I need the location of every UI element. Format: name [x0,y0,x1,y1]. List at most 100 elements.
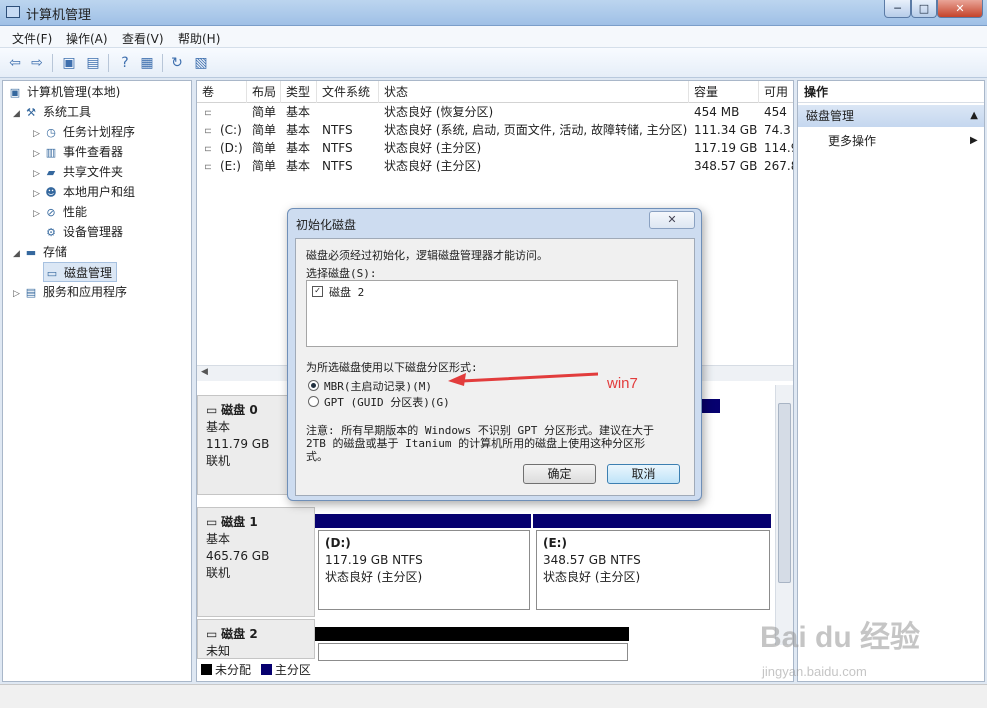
gpt-radio-label[interactable]: GPT (GUID 分区表)(G) [324,394,450,410]
cell-filesystem: NTFS [322,141,353,155]
tree-item-shared-folders[interactable]: ▷ ▰ 共享文件夹 [33,162,123,182]
minimize-button[interactable]: ─ [884,0,911,18]
menu-help[interactable]: 帮助(H) [178,30,220,47]
disk-status: 联机 [206,454,231,468]
actions-group-disk-management[interactable]: 磁盘管理 ▲ [798,105,984,127]
table-row[interactable]: ▭ 简单 基本 状态良好 (恢复分区) 454 MB 454 [197,103,793,121]
column-header-free[interactable]: 可用 [759,81,793,103]
expanded-chevron-icon[interactable]: ◢ [13,244,23,264]
tree-item-storage[interactable]: ◢ ▬ 存储 [13,242,67,262]
services-icon: ▤ [25,285,37,299]
tree-item-root[interactable]: ▣ 计算机管理(本地) [7,82,121,102]
more-actions-item[interactable]: 更多操作 [828,131,876,151]
submenu-arrow-icon[interactable]: ▶ [970,131,978,151]
partition-name: (E:) [543,536,567,550]
tree-item-label: 事件查看器 [63,145,124,159]
partition-e[interactable]: (E:) 348.57 GB NTFS 状态良好 (主分区) [536,530,770,610]
tree-item-event-viewer[interactable]: ▷ ▥ 事件查看器 [33,142,123,162]
tree-item-performance[interactable]: ▷ ⊘ 性能 [33,202,87,222]
show-action-pane-icon[interactable]: ▦ [138,54,156,72]
column-header-status[interactable]: 状态 [379,81,689,103]
collapsed-chevron-icon[interactable]: ▷ [33,204,43,224]
cell-capacity: 117.19 GB [694,141,758,155]
ok-button[interactable]: 确定 [523,464,596,484]
collapsed-chevron-icon[interactable]: ▷ [33,144,43,164]
table-row[interactable]: ▭ (D:) 简单 基本 NTFS 状态良好 (主分区) 117.19 GB 1… [197,139,793,157]
disk-2-unallocated-space[interactable] [318,643,628,661]
cell-free: 454 [764,105,787,119]
menu-view[interactable]: 查看(V) [122,30,164,47]
mbr-radio[interactable] [308,380,319,391]
cell-type: 基本 [286,141,311,155]
actions-title: 操作 [798,81,984,103]
show-hide-tree-icon[interactable]: ▤ [84,54,102,72]
drive-icon: ▭ [199,103,211,121]
help-icon[interactable]: ? [116,54,134,72]
scroll-left-icon[interactable]: ◀ [201,367,208,377]
shared-folder-icon: ▰ [46,165,56,179]
cell-layout: 简单 [252,123,277,137]
collapsed-chevron-icon[interactable]: ▷ [33,184,43,204]
cell-type: 基本 [286,159,311,173]
tree-item-disk-management[interactable]: ▭ 磁盘管理 [43,262,118,282]
disk-2-checkbox[interactable]: ✓ [312,286,323,297]
column-header-volume[interactable]: 卷 [197,81,247,103]
cancel-button[interactable]: 取消 [607,464,680,484]
gpt-radio[interactable] [308,396,319,407]
dialog-message: 磁盘必须经过初始化，逻辑磁盘管理器才能访问。 [306,249,548,262]
menu-file[interactable]: 文件(F) [12,30,52,47]
back-icon[interactable]: ⇦ [6,54,24,72]
tree-item-system-tools[interactable]: ◢ ⚒ 系统工具 [13,102,91,122]
column-header-filesystem[interactable]: 文件系统 [317,81,379,103]
tree-item-local-users[interactable]: ▷ ☻ 本地用户和组 [33,182,135,202]
collapsed-chevron-icon[interactable]: ▷ [33,124,43,144]
toolbar-separator [108,54,109,72]
clock-icon: ◷ [46,125,56,139]
tree-item-label: 设备管理器 [63,225,124,239]
disk-2-label[interactable]: ▭ 磁盘 2 未知 [197,619,315,659]
legend-unallocated: 未分配 [215,663,252,677]
cell-status: 状态良好 (恢复分区) [384,105,494,119]
up-folder-icon[interactable]: ▣ [60,54,78,72]
tree-item-device-manager[interactable]: ⚙ 设备管理器 [43,222,123,242]
toolbar: ⇦ ⇨ ▣ ▤ ? ▦ ↻ ▧ [0,48,987,78]
tree-item-task-scheduler[interactable]: ▷ ◷ 任务计划程序 [33,122,135,142]
tree-item-label: 服务和应用程序 [43,285,128,299]
actions-pane: 操作 磁盘管理 ▲ 更多操作 ▶ [797,80,985,682]
users-icon: ☻ [45,185,57,199]
column-header-type[interactable]: 类型 [281,81,317,103]
partition-status: 状态良好 (主分区) [325,570,423,584]
tree-item-label: 存储 [43,245,68,259]
mbr-radio-label[interactable]: MBR(主启动记录)(M) [324,378,432,394]
properties-icon[interactable]: ▧ [192,54,210,72]
expanded-chevron-icon[interactable]: ◢ [13,104,23,124]
disk-1-label[interactable]: ▭ 磁盘 1 基本 465.76 GB 联机 [197,507,315,617]
partition-d[interactable]: (D:) 117.19 GB NTFS 状态良好 (主分区) [318,530,530,610]
maximize-button[interactable]: □ [911,0,937,18]
menu-action[interactable]: 操作(A) [66,30,108,47]
refresh-icon[interactable]: ↻ [168,54,186,72]
disk-select-list[interactable]: ✓ 磁盘 2 [306,280,678,347]
collapse-up-icon[interactable]: ▲ [970,105,978,127]
column-header-layout[interactable]: 布局 [247,81,281,103]
disk-2-list-item[interactable]: 磁盘 2 [329,284,364,300]
collapsed-chevron-icon[interactable]: ▷ [33,164,43,184]
table-row[interactable]: ▭ (E:) 简单 基本 NTFS 状态良好 (主分区) 348.57 GB 2… [197,157,793,175]
tree-item-services[interactable]: ▷ ▤ 服务和应用程序 [13,282,127,302]
cell-free: 74.3 [764,123,791,137]
table-row[interactable]: ▭ (C:) 简单 基本 NTFS 状态良好 (系统, 启动, 页面文件, 活动… [197,121,793,139]
scroll-thumb[interactable] [778,403,791,583]
watermark-url: jingyan.baidu.com [762,664,867,679]
dialog-close-button[interactable]: ✕ [649,211,695,229]
forward-icon[interactable]: ⇨ [28,54,46,72]
disk-type: 未知 [206,644,231,658]
cell-capacity: 348.57 GB [694,159,758,173]
collapsed-chevron-icon[interactable]: ▷ [13,284,23,304]
toolbar-separator [162,54,163,72]
dialog-body: 磁盘必须经过初始化，逻辑磁盘管理器才能访问。 选择磁盘(S): ✓ 磁盘 2 为… [295,238,695,496]
column-header-capacity[interactable]: 容量 [689,81,759,103]
disk-view-vertical-scrollbar[interactable] [775,385,793,645]
annotation-text: win7 [607,375,638,392]
close-button[interactable]: ✕ [937,0,983,18]
cell-filesystem: NTFS [322,123,353,137]
